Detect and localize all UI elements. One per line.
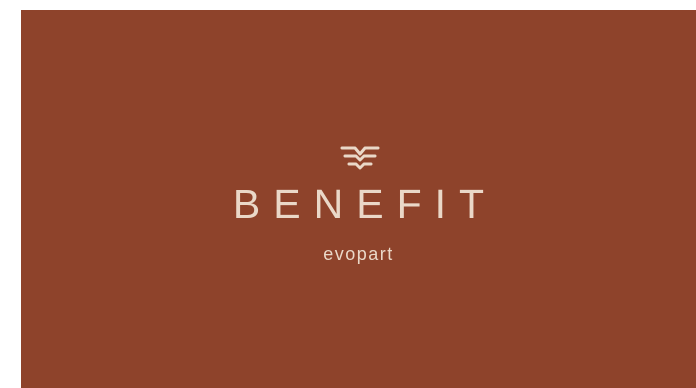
brand-name: BENEFIT <box>232 181 498 227</box>
wave-emblem-icon <box>340 146 380 170</box>
brand-canvas: BENEFIT evopart <box>21 10 696 388</box>
sub-brand: evopart <box>323 244 394 264</box>
benefit-logo: BENEFIT evopart <box>21 10 696 388</box>
